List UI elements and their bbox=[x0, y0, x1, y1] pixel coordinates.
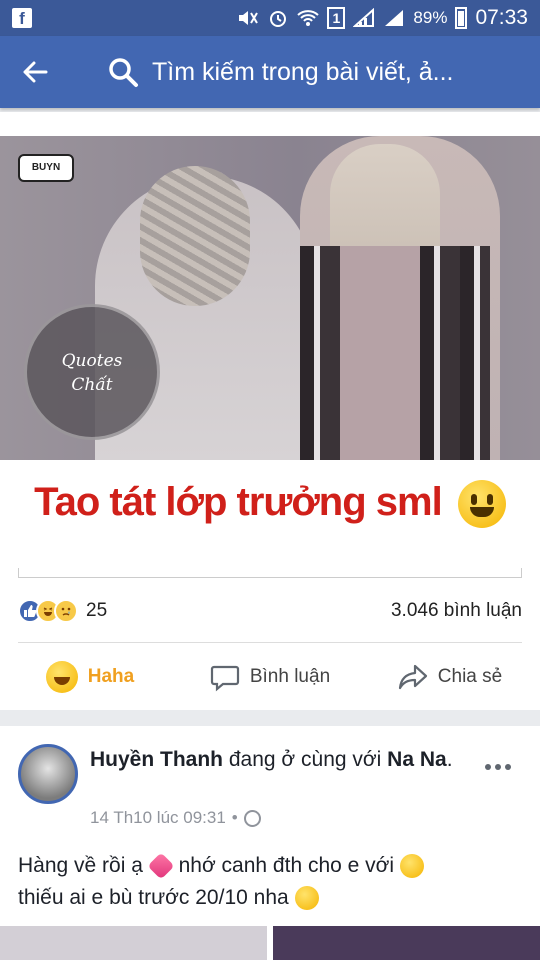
badge-line2: Chất bbox=[71, 375, 113, 395]
post-header: Huyền Thanh đang ở cùng với Na Na. bbox=[90, 746, 470, 774]
smiling-halo-emoji-icon bbox=[399, 854, 424, 879]
braided-hair bbox=[140, 166, 250, 306]
post-text-2: nhớ canh đth cho e với bbox=[178, 854, 395, 877]
more-options-button[interactable] bbox=[484, 750, 512, 778]
link-preview-border bbox=[18, 568, 522, 578]
post-image[interactable]: BUYN Quotes Chất bbox=[0, 136, 540, 460]
post-text-1: Hàng về rồi ạ bbox=[18, 854, 143, 877]
haha-icon bbox=[45, 661, 78, 693]
share-button[interactable]: Chia sẻ bbox=[360, 662, 540, 692]
status-bar: f 1 89% 07:33 bbox=[0, 0, 540, 36]
author-name[interactable]: Huyền Thanh bbox=[90, 748, 223, 771]
post-text-3: thiếu ai e bù trước 20/10 nha bbox=[18, 886, 289, 909]
tagged-friend[interactable]: Na Na bbox=[387, 748, 447, 771]
globe-icon bbox=[243, 809, 261, 827]
post-text: Hàng về rồi ạ nhớ canh đth cho e với thi… bbox=[18, 850, 518, 914]
alarm-icon bbox=[267, 7, 289, 29]
comment-icon bbox=[210, 665, 239, 692]
search-icon[interactable] bbox=[106, 36, 140, 108]
tagged-suffix: . bbox=[446, 748, 453, 771]
avatar[interactable] bbox=[18, 744, 78, 804]
sim-indicator: 1 bbox=[327, 7, 346, 29]
comment-count[interactable]: 3.046 bình luận bbox=[391, 600, 522, 622]
action-bar: Haha Bình luận Chia sẻ bbox=[0, 652, 540, 702]
wifi-icon bbox=[297, 7, 320, 29]
post-card: BUYN Quotes Chất Tao tát lớp trưởng sml … bbox=[0, 112, 540, 710]
mute-icon bbox=[237, 7, 259, 29]
post-photos[interactable] bbox=[0, 926, 540, 960]
badge-line1: Quotes bbox=[61, 351, 123, 371]
photo-thumb-1[interactable] bbox=[0, 926, 267, 960]
quotes-chat-badge: Quotes Chất bbox=[24, 304, 160, 440]
comment-button[interactable]: Bình luận bbox=[180, 662, 360, 692]
reaction-icons[interactable] bbox=[18, 599, 78, 623]
grinning-emoji-icon bbox=[457, 480, 506, 529]
signal-icon bbox=[353, 7, 375, 29]
timestamp[interactable]: 14 Th10 lúc 09:31 bbox=[90, 808, 226, 828]
back-arrow-icon bbox=[23, 61, 48, 83]
headline-text: Tao tát lớp trưởng sml bbox=[34, 480, 443, 524]
photo-thumb-2[interactable] bbox=[273, 926, 540, 960]
signal-icon-2 bbox=[383, 7, 405, 29]
battery-percent: 89% bbox=[413, 8, 448, 27]
meta-separator: • bbox=[231, 808, 238, 827]
sad-reaction-icon bbox=[54, 599, 78, 623]
buyn-watermark: BUYN bbox=[18, 154, 74, 182]
share-label: Chia sẻ bbox=[437, 666, 503, 687]
more-dots-icon bbox=[485, 764, 511, 770]
search-input[interactable]: Tìm kiếm trong bài viết, ả... bbox=[152, 58, 502, 87]
wink-emoji-icon bbox=[294, 886, 319, 911]
facebook-notification-icon: f bbox=[12, 8, 32, 28]
post-card-2: Huyền Thanh đang ở cùng với Na Na. 14 Th… bbox=[0, 726, 540, 960]
reaction-stats[interactable]: 25 3.046 bình luận bbox=[18, 596, 522, 626]
divider bbox=[18, 642, 522, 643]
with-text: đang ở cùng với bbox=[228, 748, 382, 771]
share-icon bbox=[398, 664, 427, 690]
post-headline: Tao tát lớp trưởng sml bbox=[0, 480, 540, 529]
haha-label: Haha bbox=[87, 666, 135, 687]
hearts-emoji-icon bbox=[147, 852, 175, 881]
haha-button[interactable]: Haha bbox=[0, 661, 180, 693]
top-bar: Tìm kiếm trong bài viết, ả... bbox=[0, 36, 540, 108]
shirt bbox=[340, 246, 420, 460]
battery-icon bbox=[455, 7, 468, 29]
post-meta: 14 Th10 lúc 09:31 • bbox=[90, 808, 261, 828]
comment-label: Bình luận bbox=[249, 666, 331, 687]
clock: 07:33 bbox=[475, 6, 528, 29]
back-button[interactable] bbox=[0, 36, 70, 108]
reaction-count: 25 bbox=[86, 600, 108, 621]
